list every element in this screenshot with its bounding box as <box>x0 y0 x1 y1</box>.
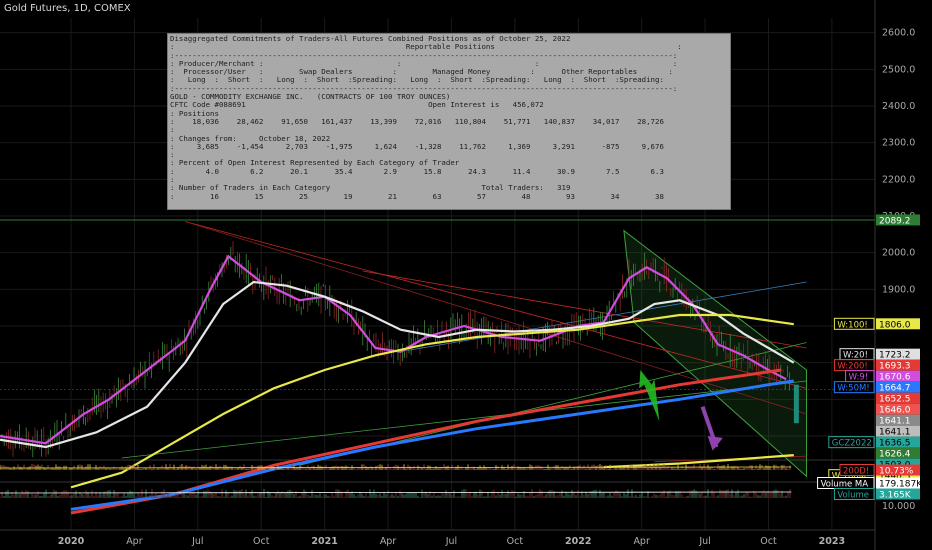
volume-tick-label: 10.000 <box>882 501 915 512</box>
y-tick-label: 2500.0 <box>882 64 915 75</box>
y-tick-label: 2600.0 <box>882 28 915 39</box>
x-tick-label: Oct <box>760 536 777 547</box>
price-tag-value: 1806.0 <box>879 320 911 330</box>
x-tick-label: Oct <box>253 536 270 547</box>
volume-ma-line <box>0 491 792 494</box>
x-tick-label: Jul <box>445 536 457 547</box>
chart-title: Gold Futures, 1D, COMEX <box>4 3 131 14</box>
price-tag-value: 2089.2 <box>879 216 911 226</box>
cot-line: : 4.0 6.2 20.1 35.4 2.9 15.8 24.3 11.4 3… <box>170 166 664 176</box>
indicator-tag-value: 179.187K <box>879 480 923 490</box>
cot-line: : 16 15 25 19 21 63 57 48 93 34 38 <box>170 191 664 201</box>
cot-line: : 3,685 -1,454 2,703 -1,975 1,624 -1,328… <box>170 141 664 151</box>
price-tag-value: 1626.4 <box>879 450 911 460</box>
ma-line <box>70 379 795 511</box>
green-arrow <box>639 370 660 422</box>
purple-arrow-head <box>707 436 723 451</box>
x-tick-label: Jul <box>191 536 203 547</box>
x-tick-label: 2021 <box>311 536 337 547</box>
trendline <box>121 380 807 459</box>
price-tag-name: W:100! <box>837 320 867 330</box>
indicator-line <box>0 466 792 469</box>
x-tick-label: 2020 <box>58 536 85 547</box>
indicator-tag-value: 3.165K <box>879 491 912 501</box>
cot-line: : 18,036 28,462 91,650 161,437 13,399 72… <box>170 116 664 126</box>
y-tick-label: 1900.0 <box>882 284 915 295</box>
y-tick-label: 2400.0 <box>882 101 915 112</box>
x-tick-label: Jul <box>698 536 710 547</box>
x-tick-label: Apr <box>126 536 143 547</box>
price-tag-name: W:50M! <box>837 384 869 394</box>
x-tick-label: Apr <box>380 536 397 547</box>
price-tag-value: 1693.3 <box>879 362 911 372</box>
x-tick-label: Oct <box>507 536 524 547</box>
y-tick-label: 2300.0 <box>882 138 915 149</box>
indicator-tag-name: Volume <box>837 491 869 501</box>
price-tag-value: 1646.0 <box>879 406 911 416</box>
cot-report-panel: Disaggregated Commitments of Traders-All… <box>167 33 731 210</box>
price-tag-value: 1641.1 <box>879 428 911 438</box>
price-tag-value: 1670.6 <box>879 373 911 383</box>
cot-line: CFTC Code #088691 Open Interest is 456,0… <box>170 100 544 110</box>
price-tag-value: 1652.5 <box>879 395 911 405</box>
indicator-tag-value: 10.73% <box>879 467 914 477</box>
price-tag-value: 1641.1 <box>879 417 911 427</box>
x-tick-label: 2022 <box>565 536 591 547</box>
price-tag-name: GCZ2022 <box>832 439 872 449</box>
y-tick-label: 2200.0 <box>882 174 915 185</box>
price-tag-value: 1636.5 <box>879 439 911 449</box>
price-tag-value: 1664.7 <box>879 384 911 394</box>
price-tag-value: 1723.2 <box>879 351 911 361</box>
x-tick-label: Apr <box>633 536 650 547</box>
x-tick-label: 2023 <box>819 536 845 547</box>
indicator-tag-name: 200D! <box>843 467 869 477</box>
y-tick-label: 2000.0 <box>882 248 915 259</box>
